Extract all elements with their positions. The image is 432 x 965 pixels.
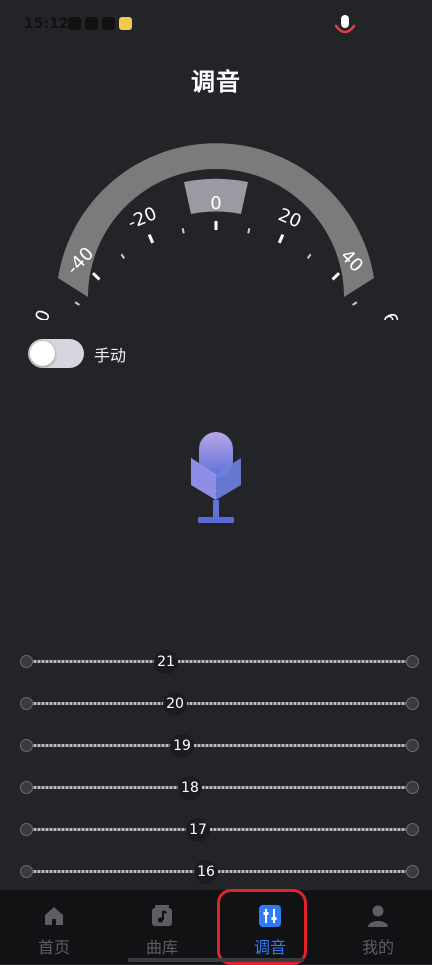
string-peg-right xyxy=(406,865,419,878)
string-row[interactable]: 16 xyxy=(0,850,432,892)
gauge-major-tick xyxy=(277,234,285,244)
gauge-labels: -60-40-200204060 xyxy=(25,193,406,320)
string-number-badge[interactable]: 21 xyxy=(154,650,178,674)
weibo-icon xyxy=(119,17,132,30)
string-number-badge[interactable]: 20 xyxy=(163,692,187,716)
home-icon xyxy=(45,907,63,925)
bottom-tab-bar: 首页 曲库 调音 我的 xyxy=(0,890,432,964)
string-peg-left xyxy=(20,697,33,710)
tab-profile-label: 我的 xyxy=(361,938,394,957)
gauge-ticks xyxy=(74,221,358,306)
string-peg-left xyxy=(20,865,33,878)
music-library-icon xyxy=(152,905,172,926)
tab-tuner-label: 调音 xyxy=(253,938,286,957)
string-peg-right xyxy=(406,739,419,752)
toggle-knob xyxy=(30,341,55,366)
page-title: 调音 xyxy=(191,68,241,96)
string-peg-left xyxy=(20,739,33,752)
gauge-tick-label: -60 xyxy=(25,307,55,320)
string-row[interactable]: 19 xyxy=(0,724,432,766)
tab-profile[interactable]: 我的 xyxy=(324,890,432,964)
gauge-minor-tick xyxy=(74,301,80,306)
string-peg-left xyxy=(20,823,33,836)
microphone-indicator-icon xyxy=(334,15,356,34)
gauge-major-tick xyxy=(331,272,341,281)
gauge-minor-tick xyxy=(352,301,358,306)
string-row[interactable]: 17 xyxy=(0,808,432,850)
gauge-major-tick xyxy=(91,272,101,281)
gauge-minor-tick xyxy=(120,253,126,260)
gauge-tick-label: 0 xyxy=(210,193,221,214)
gauge-major-tick xyxy=(147,234,155,244)
string-line[interactable] xyxy=(26,744,412,747)
string-row[interactable]: 18 xyxy=(0,766,432,808)
manual-mode-row: 手动 xyxy=(28,339,126,368)
string-peg-left xyxy=(20,781,33,794)
tab-music-library[interactable]: 曲库 xyxy=(108,890,216,964)
strings-panel: 21 20 19 18 17 16 xyxy=(0,640,432,890)
gauge-minor-tick xyxy=(181,228,185,234)
gauge-tick-label: -20 xyxy=(125,203,160,234)
gauge-tick-label: 60 xyxy=(378,310,406,320)
home-indicator xyxy=(128,958,304,962)
profile-icon xyxy=(368,905,388,927)
status-bar: 15:12 xyxy=(0,0,432,50)
mail-icon xyxy=(85,17,98,30)
status-icons xyxy=(68,17,132,30)
string-number-badge[interactable]: 16 xyxy=(194,860,218,884)
tab-home[interactable]: 首页 xyxy=(0,890,108,964)
manual-mode-toggle[interactable] xyxy=(28,339,84,368)
string-peg-right xyxy=(406,823,419,836)
string-line[interactable] xyxy=(26,786,412,789)
string-number-badge[interactable]: 19 xyxy=(170,734,194,758)
string-line[interactable] xyxy=(26,660,412,663)
string-number-badge[interactable]: 17 xyxy=(186,818,210,842)
tab-home-label: 首页 xyxy=(37,938,70,957)
gauge-minor-tick xyxy=(247,228,251,234)
tab-music-library-label: 曲库 xyxy=(145,938,178,957)
gauge-arc xyxy=(58,143,374,297)
string-peg-right xyxy=(406,781,419,794)
string-number-badge[interactable]: 18 xyxy=(178,776,202,800)
string-row[interactable]: 21 xyxy=(0,640,432,682)
string-peg-left xyxy=(20,655,33,668)
gauge-minor-tick xyxy=(306,253,312,260)
microphone-icon[interactable] xyxy=(188,430,244,526)
string-line[interactable] xyxy=(26,702,412,705)
tiktok-icon xyxy=(102,17,115,30)
string-row[interactable]: 20 xyxy=(0,682,432,724)
string-line[interactable] xyxy=(26,828,412,831)
manual-mode-label: 手动 xyxy=(94,345,127,365)
tuning-gauge: -60-40-200204060 xyxy=(25,143,406,320)
string-line[interactable] xyxy=(26,870,412,873)
tuner-icon xyxy=(259,905,281,927)
string-peg-right xyxy=(406,697,419,710)
sync-icon xyxy=(68,17,81,30)
string-peg-right xyxy=(406,655,419,668)
status-time: 15:12 xyxy=(24,16,69,32)
tab-tuner[interactable]: 调音 xyxy=(216,890,324,964)
gauge-tick-label: 20 xyxy=(275,204,304,232)
